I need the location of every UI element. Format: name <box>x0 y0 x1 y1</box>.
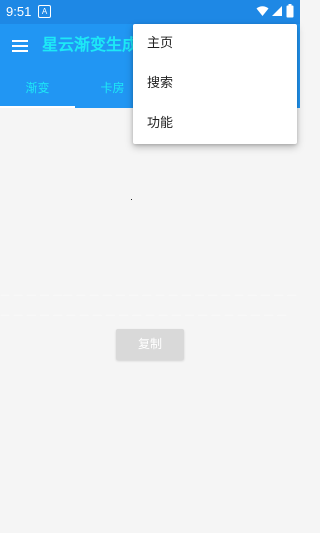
faint-text-line: — — — — — — — — — — — — — — — — — — — — … <box>0 310 287 321</box>
menu-item-features[interactable]: 功能 <box>133 104 297 144</box>
signal-icon <box>272 6 282 16</box>
wifi-icon <box>256 6 269 16</box>
hamburger-menu-icon[interactable] <box>10 36 30 56</box>
dot-mark <box>131 199 132 200</box>
menu-item-search[interactable]: 搜索 <box>133 64 297 104</box>
status-time: 9:51 <box>6 4 32 19</box>
tab-indicator <box>0 106 75 108</box>
menu-item-home[interactable]: 主页 <box>133 24 297 64</box>
notification-a-icon: A <box>38 5 51 18</box>
overflow-menu: 主页 搜索 功能 <box>133 24 297 144</box>
status-bar: 9:51 A <box>0 0 300 24</box>
tab-gradient[interactable]: 渐变 <box>0 68 75 108</box>
battery-icon <box>286 4 294 18</box>
copy-button[interactable]: 复制 <box>116 329 184 360</box>
faint-text-line: — — — — —— — — — — — — — — — — — — — — —… <box>0 290 297 301</box>
app-title: 星云渐变生成 <box>42 35 139 54</box>
